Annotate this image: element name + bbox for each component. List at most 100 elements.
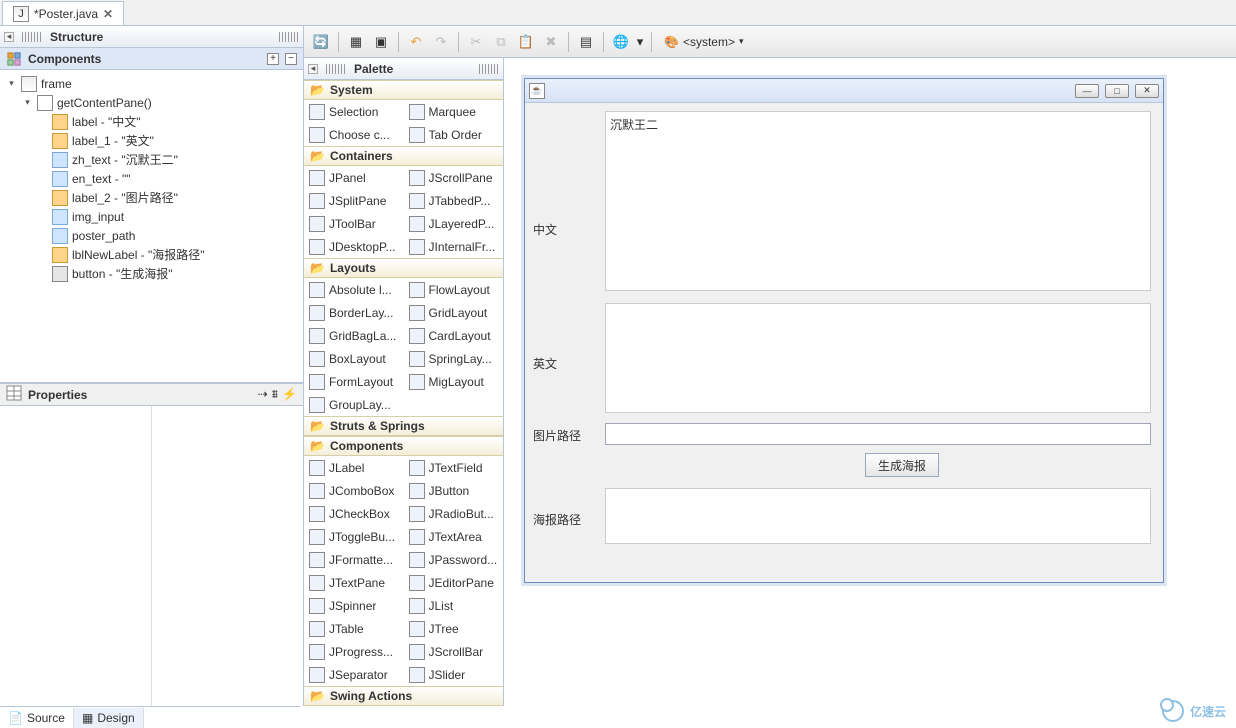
palette-item[interactable]: JSeparator [304, 663, 404, 686]
tree-node-lblNewLabel[interactable]: lblNewLabel - "海报路径" [4, 245, 299, 264]
palette-group[interactable]: 📂Struts & Springs [304, 416, 503, 436]
palette-item[interactable]: FormLayout [304, 370, 404, 393]
tree-node-label_2[interactable]: label_2 - "图片路径" [4, 188, 299, 207]
undo-icon[interactable]: ↶ [405, 31, 427, 53]
palette-item[interactable]: JFormatte... [304, 548, 404, 571]
zh-text[interactable]: 沉默王二 [605, 111, 1151, 291]
palette-item[interactable]: JTable [304, 617, 404, 640]
show-advanced-icon[interactable]: ⩩ [272, 387, 278, 402]
refresh-icon[interactable]: 🔄 [310, 31, 332, 53]
palette-item[interactable]: JToolBar [304, 212, 404, 235]
palette-item[interactable]: JLayeredP... [404, 212, 504, 235]
palette-group[interactable]: 📂Swing Actions [304, 686, 503, 706]
label-zh[interactable]: 中文 [533, 221, 557, 238]
palette-item[interactable]: GroupLay... [304, 393, 404, 416]
palette-item[interactable]: Marquee [404, 100, 504, 123]
palette-item[interactable]: JInternalFr... [404, 235, 504, 258]
tree-node-en_text[interactable]: en_text - "" [4, 169, 299, 188]
palette-item[interactable]: JSplitPane [304, 189, 404, 212]
tree-node-zh_text[interactable]: zh_text - "沉默王二" [4, 150, 299, 169]
palette-item[interactable]: SpringLay... [404, 347, 504, 370]
tree-node-button[interactable]: button - "生成海报" [4, 264, 299, 283]
palette-body[interactable]: 📂SystemSelectionMarqueeChoose c...Tab Or… [304, 80, 503, 706]
delete-icon[interactable]: ✖ [540, 31, 562, 53]
component-tree[interactable]: ▾ frame ▾ getContentPane() label - "中文"l… [0, 70, 303, 382]
palette-group[interactable]: 📂System [304, 80, 503, 100]
form-titlebar[interactable]: ☕ ― □ ✕ [525, 79, 1163, 103]
palette-item[interactable]: JTextField [404, 456, 504, 479]
palette-item[interactable]: JRadioBut... [404, 502, 504, 525]
tree-node-frame[interactable]: ▾ frame [4, 74, 299, 93]
chevron-down-icon[interactable]: ▾ [22, 97, 33, 108]
palette-item[interactable]: JButton [404, 479, 504, 502]
tab-design[interactable]: ▦ Design [74, 708, 144, 728]
show-events-icon[interactable]: ⚡ [282, 387, 297, 402]
tab-source[interactable]: 📄 Source [0, 708, 74, 728]
properties-body[interactable] [0, 406, 303, 706]
palette-item[interactable]: JComboBox [304, 479, 404, 502]
palette-item[interactable]: BorderLay... [304, 301, 404, 324]
look-and-feel-selector[interactable]: 🎨 <system> ▾ [658, 35, 750, 49]
img-input[interactable] [605, 423, 1151, 445]
chevron-down-icon[interactable]: ▾ [6, 78, 17, 89]
palette-item[interactable]: BoxLayout [304, 347, 404, 370]
palette-item[interactable]: Absolute l... [304, 278, 404, 301]
drag-grip-icon[interactable] [326, 64, 346, 74]
palette-item[interactable]: JPassword... [404, 548, 504, 571]
expand-all-icon[interactable]: + [267, 53, 279, 65]
palette-item[interactable]: JPanel [304, 166, 404, 189]
close-window-icon[interactable]: ✕ [1135, 84, 1159, 98]
label-en[interactable]: 英文 [533, 355, 557, 372]
palette-item[interactable]: JLabel [304, 456, 404, 479]
palette-item[interactable]: GridLayout [404, 301, 504, 324]
editor-tab-poster[interactable]: J *Poster.java ✕ [2, 1, 124, 25]
palette-item[interactable]: JTree [404, 617, 504, 640]
drag-grip-icon[interactable] [479, 64, 499, 74]
paste-icon[interactable]: 📋 [515, 31, 537, 53]
copy-icon[interactable]: ⧉ [490, 31, 512, 53]
collapse-left-icon[interactable]: ◂ [4, 32, 14, 42]
palette-group[interactable]: 📂Layouts [304, 258, 503, 278]
palette-item[interactable]: MigLayout [404, 370, 504, 393]
minimize-icon[interactable]: ― [1075, 84, 1099, 98]
palette-item[interactable]: FlowLayout [404, 278, 504, 301]
palette-item[interactable]: JEditorPane [404, 571, 504, 594]
goto-definition-icon[interactable]: ⇢ [258, 387, 268, 402]
externalize-icon[interactable]: ▤ [575, 31, 597, 53]
palette-item[interactable]: JTextArea [404, 525, 504, 548]
palette-group[interactable]: 📂Containers [304, 146, 503, 166]
palette-item[interactable]: JSlider [404, 663, 504, 686]
preview-icon[interactable]: ▣ [370, 31, 392, 53]
tree-node-contentpane[interactable]: ▾ getContentPane() [4, 93, 299, 112]
palette-item[interactable]: JSpinner [304, 594, 404, 617]
form-window[interactable]: ☕ ― □ ✕ 沉默王二 中文 英文 图片路径 [524, 78, 1164, 583]
collapse-left-icon[interactable]: ◂ [308, 64, 318, 74]
tree-node-poster_path[interactable]: poster_path [4, 226, 299, 245]
palette-item[interactable]: CardLayout [404, 324, 504, 347]
tree-node-img_input[interactable]: img_input [4, 207, 299, 226]
palette-group[interactable]: 📂Components [304, 436, 503, 456]
palette-item[interactable]: Choose c... [304, 123, 404, 146]
collapse-all-icon[interactable]: − [285, 53, 297, 65]
palette-item[interactable]: JProgress... [304, 640, 404, 663]
maximize-icon[interactable]: □ [1105, 84, 1129, 98]
palette-item[interactable]: Tab Order [404, 123, 504, 146]
palette-item[interactable]: JList [404, 594, 504, 617]
label-img[interactable]: 图片路径 [533, 427, 581, 444]
generate-button[interactable]: 生成海报 [865, 453, 939, 477]
palette-item[interactable]: JTextPane [304, 571, 404, 594]
palette-item[interactable]: JTabbedP... [404, 189, 504, 212]
label-poster[interactable]: 海报路径 [533, 511, 581, 528]
palette-item[interactable]: JCheckBox [304, 502, 404, 525]
palette-item[interactable]: JScrollPane [404, 166, 504, 189]
tree-node-label_1[interactable]: label_1 - "英文" [4, 131, 299, 150]
palette-item[interactable]: Selection [304, 100, 404, 123]
cut-icon[interactable]: ✂ [465, 31, 487, 53]
redo-icon[interactable]: ↷ [430, 31, 452, 53]
drag-grip-icon[interactable] [22, 32, 42, 42]
close-icon[interactable]: ✕ [103, 7, 113, 21]
designer-surface[interactable]: ☕ ― □ ✕ 沉默王二 中文 英文 图片路径 [504, 58, 1236, 706]
drag-grip-icon[interactable] [279, 32, 299, 42]
palette-item[interactable]: GridBagLa... [304, 324, 404, 347]
en-text[interactable] [605, 303, 1151, 413]
